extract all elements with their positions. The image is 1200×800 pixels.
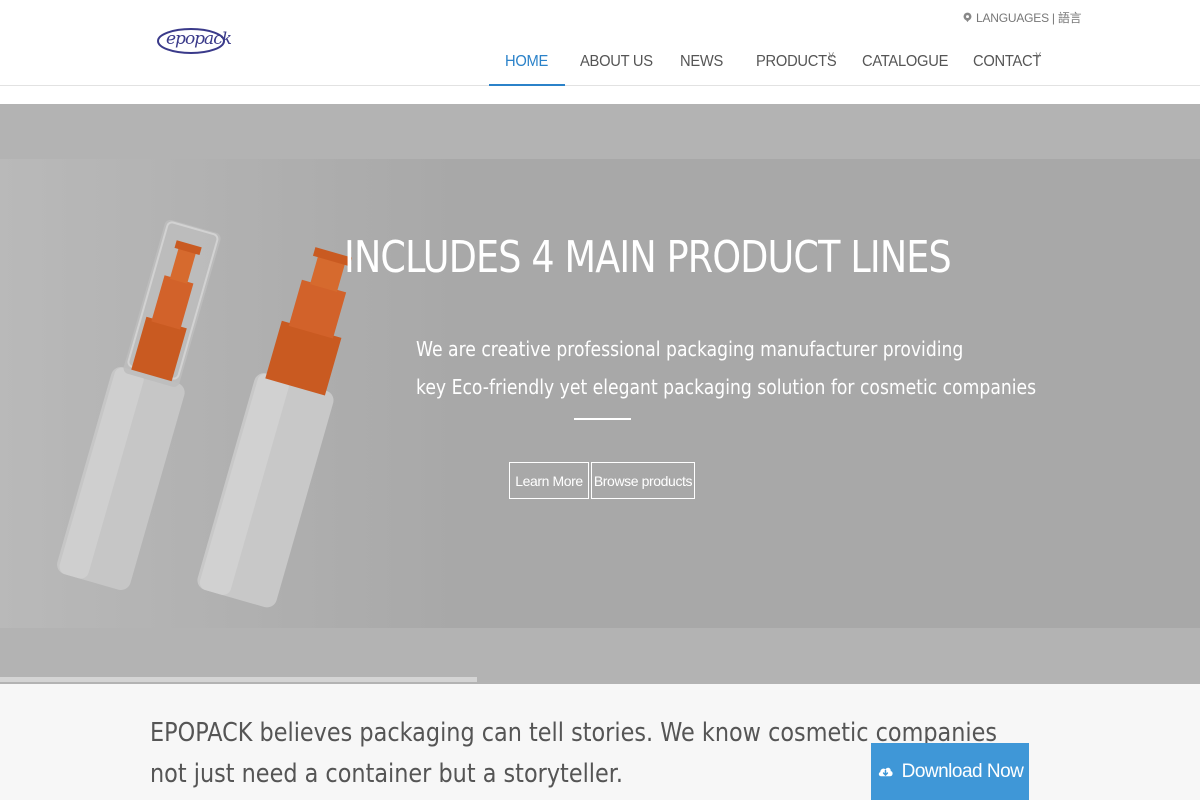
active-nav-indicator <box>489 84 565 86</box>
download-now-label: Download Now <box>901 760 1024 782</box>
languages-separator: | <box>1051 10 1055 25</box>
nav-about-us[interactable]: ABOUT US <box>580 46 653 86</box>
hero-subtitle-line2: key Eco-friendly yet elegant packaging s… <box>416 375 1037 399</box>
hero-title: INCLUDES 4 MAIN PRODUCT LINES <box>344 232 952 283</box>
nav-home[interactable]: HOME <box>505 46 548 86</box>
nav-products[interactable]: PRODUCTS <box>756 46 837 86</box>
contact-chevron-down-icon[interactable]: ˅ <box>1035 50 1041 62</box>
hero-top-band <box>0 104 1200 159</box>
product-bottles-image <box>0 159 460 628</box>
logo-text: epopack <box>166 29 232 49</box>
browse-products-button[interactable]: Browse products <box>591 462 695 499</box>
slider-progress-bar <box>0 677 477 682</box>
download-now-button[interactable]: Download Now <box>871 743 1029 800</box>
epopack-logo[interactable]: epopack <box>156 24 232 56</box>
nav-catalogue[interactable]: CATALOGUE <box>862 46 948 86</box>
learn-more-button[interactable]: Learn More <box>509 462 589 499</box>
hero-subtitle: We are creative professional packaging m… <box>416 330 1036 406</box>
story-text: EPOPACK believes packaging can tell stor… <box>150 713 997 795</box>
cloud-download-icon <box>878 767 893 777</box>
hero-divider <box>574 418 631 420</box>
story-line1: EPOPACK believes packaging can tell stor… <box>150 718 998 748</box>
languages-label: LANGUAGES <box>976 10 1049 25</box>
languages-alt-label: 語言 <box>1057 11 1082 25</box>
products-chevron-down-icon[interactable]: ˅ <box>828 50 834 62</box>
language-switcher[interactable]: LANGUAGES | 語言 <box>962 9 1082 26</box>
hero-bottom-band <box>0 628 1200 684</box>
hero-subtitle-line1: We are creative professional packaging m… <box>416 337 964 361</box>
story-line2: not just need a container but a storytel… <box>150 759 624 789</box>
nav-news[interactable]: NEWS <box>680 46 723 86</box>
nav-contact[interactable]: CONTACT <box>973 46 1041 86</box>
globe-pin-icon <box>963 12 972 23</box>
